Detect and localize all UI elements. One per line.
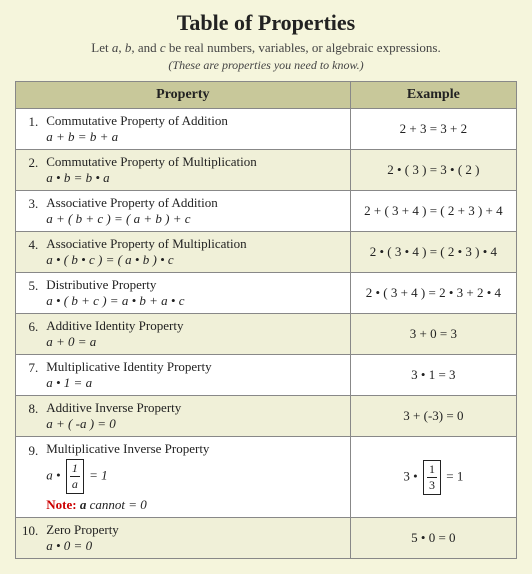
property-name: Distributive Property [46, 277, 344, 293]
table-row: 3. Associative Property of Addition a + … [16, 191, 517, 232]
property-cell: Commutative Property of Addition a + b =… [40, 109, 350, 150]
row-number: 7. [16, 355, 41, 396]
property-formula: a + 0 = a [46, 334, 344, 350]
property-formula: a • 0 = 0 [46, 538, 344, 554]
fraction-denominator: a [70, 477, 80, 492]
property-formula: a • 1 = a [46, 375, 344, 391]
page-title: Table of Properties [15, 10, 517, 36]
example-cell: 2 • ( 3 • 4 ) = ( 2 • 3 ) • 4 [350, 232, 516, 273]
table-row: 5. Distributive Property a • ( b + c ) =… [16, 273, 517, 314]
row-number: 5. [16, 273, 41, 314]
property-cell: Commutative Property of Multiplication a… [40, 150, 350, 191]
property-formula: a + b = b + a [46, 129, 344, 145]
example-cell: 3 + (-3) = 0 [350, 396, 516, 437]
subtitle: Let a, b, and c be real numbers, variabl… [15, 40, 517, 56]
table-row: 6. Additive Identity Property a + 0 = a … [16, 314, 517, 355]
property-name: Commutative Property of Multiplication [46, 154, 344, 170]
table-row: 2. Commutative Property of Multiplicatio… [16, 150, 517, 191]
row-number: 10. [16, 518, 41, 559]
property-name: Multiplicative Inverse Property [46, 441, 344, 457]
property-formula: a + ( b + c ) = ( a + b ) + c [46, 211, 344, 227]
row-number: 2. [16, 150, 41, 191]
property-cell: Zero Property a • 0 = 0 [40, 518, 350, 559]
example-fraction-numerator: 1 [427, 462, 437, 478]
example-cell: 3 + 0 = 3 [350, 314, 516, 355]
property-cell: Multiplicative Identity Property a • 1 =… [40, 355, 350, 396]
property-name: Associative Property of Addition [46, 195, 344, 211]
table-row: 7. Multiplicative Identity Property a • … [16, 355, 517, 396]
property-formula: a • ( b + c ) = a • b + a • c [46, 293, 344, 309]
table-row: 1. Commutative Property of Addition a + … [16, 109, 517, 150]
property-name: Associative Property of Multiplication [46, 236, 344, 252]
example-cell: 3 • 1 = 3 [350, 355, 516, 396]
fraction-numerator: 1 [70, 461, 80, 477]
example-cell: 5 • 0 = 0 [350, 518, 516, 559]
properties-table: Property Example 1. Commutative Property… [15, 81, 517, 559]
example-fraction-denominator: 3 [427, 478, 437, 493]
property-name: Multiplicative Identity Property [46, 359, 344, 375]
property-name: Commutative Property of Addition [46, 113, 344, 129]
property-formula: a + ( -a ) = 0 [46, 416, 344, 432]
table-row: 8. Additive Inverse Property a + ( -a ) … [16, 396, 517, 437]
property-cell: Associative Property of Multiplication a… [40, 232, 350, 273]
property-cell: Additive Identity Property a + 0 = a [40, 314, 350, 355]
property-formula: a • ( b • c ) = ( a • b ) • c [46, 252, 344, 268]
table-row: 9. Multiplicative Inverse Property a • 1… [16, 437, 517, 518]
property-formula: a • b = b • a [46, 170, 344, 186]
example-cell: 2 + 3 = 3 + 2 [350, 109, 516, 150]
example-header: Example [350, 82, 516, 109]
example-cell: 2 • ( 3 + 4 ) = 2 • 3 + 2 • 4 [350, 273, 516, 314]
property-cell: Distributive Property a • ( b + c ) = a … [40, 273, 350, 314]
property-formula: a • 1 a = 1 [46, 459, 344, 494]
example-cell: 2 • ( 3 ) = 3 • ( 2 ) [350, 150, 516, 191]
note: (These are properties you need to know.) [15, 58, 517, 73]
row-number: 3. [16, 191, 41, 232]
property-name: Zero Property [46, 522, 344, 538]
property-header: Property [16, 82, 351, 109]
table-row: 4. Associative Property of Multiplicatio… [16, 232, 517, 273]
property-cell: Associative Property of Addition a + ( b… [40, 191, 350, 232]
note-label: Note: [46, 497, 76, 512]
example-cell: 3 • 1 3 = 1 [350, 437, 516, 518]
property-cell: Additive Inverse Property a + ( -a ) = 0 [40, 396, 350, 437]
row-number: 9. [16, 437, 41, 518]
property-cell: Multiplicative Inverse Property a • 1 a … [40, 437, 350, 518]
row-number: 8. [16, 396, 41, 437]
example-cell: 2 + ( 3 + 4 ) = ( 2 + 3 ) + 4 [350, 191, 516, 232]
table-row: 10. Zero Property a • 0 = 0 5 • 0 = 0 [16, 518, 517, 559]
row-number: 1. [16, 109, 41, 150]
row-number: 4. [16, 232, 41, 273]
note-text: a cannot = 0 [80, 497, 147, 512]
property-name: Additive Inverse Property [46, 400, 344, 416]
property-name: Additive Identity Property [46, 318, 344, 334]
row-number: 6. [16, 314, 41, 355]
